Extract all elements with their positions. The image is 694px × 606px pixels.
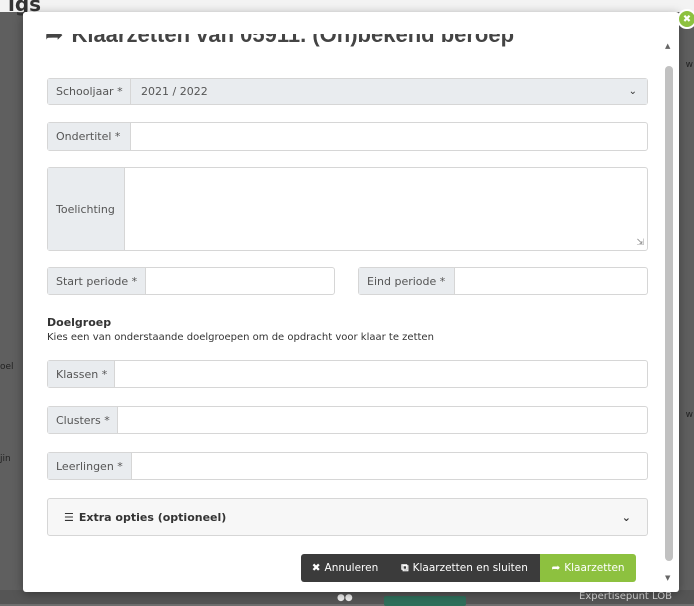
annuleren-label: Annuleren	[324, 562, 379, 574]
clusters-field[interactable]: Clusters *	[47, 406, 648, 434]
toelichting-label: Toelichting	[48, 168, 125, 250]
start-periode-field[interactable]: Start periode *	[47, 267, 335, 295]
doelgroep-heading: Doelgroep	[47, 316, 112, 329]
extra-opties-header: ☰ Extra opties (optioneel)	[64, 511, 226, 524]
ondertitel-label: Ondertitel *	[48, 123, 131, 150]
scroll-up-arrow-icon[interactable]: ▲	[665, 42, 670, 50]
modal-title-clip	[23, 12, 663, 34]
background-bottom-text: Expertisepunt LOB	[579, 591, 672, 602]
ondertitel-field[interactable]: Ondertitel *	[47, 122, 648, 151]
schooljaar-value: 2021 / 2022	[141, 85, 208, 98]
eind-periode-input[interactable]	[455, 268, 647, 294]
modal-dialog: ➦ Klaarzetten van 05911. (On)bekend beroe…	[23, 12, 679, 592]
leerlingen-input[interactable]	[132, 453, 647, 479]
toelichting-textarea[interactable]: ⇲	[125, 168, 647, 250]
modal-scrollbar[interactable]: ▲ ▼	[662, 34, 676, 590]
schooljaar-select[interactable]: Schooljaar * 2021 / 2022 ⌄	[47, 78, 648, 105]
klassen-label: Klassen *	[48, 361, 115, 387]
background-text-fragment: w	[685, 410, 693, 420]
background-text-fragment: w	[685, 60, 693, 70]
leerlingen-field[interactable]: Leerlingen *	[47, 452, 648, 480]
footer-button-group: ✖ Annuleren ⧉ Klaarzetten en sluiten ➦ K…	[301, 554, 636, 582]
klaarzetten-en-sluiten-label: Klaarzetten en sluiten	[412, 562, 528, 574]
external-share-icon: ⧉	[401, 561, 409, 574]
schooljaar-label: Schooljaar *	[48, 79, 131, 104]
chevron-down-icon: ⌄	[628, 86, 637, 97]
leerlingen-label: Leerlingen *	[48, 453, 132, 479]
eind-periode-label: Eind periode *	[359, 268, 455, 294]
klaarzetten-button[interactable]: ➦ Klaarzetten	[540, 554, 636, 582]
background-users-icon: ●●	[337, 593, 353, 603]
clusters-input[interactable]	[118, 407, 647, 433]
extra-opties-label: Extra opties (optioneel)	[78, 510, 227, 524]
start-periode-label: Start periode *	[48, 268, 146, 294]
close-modal-button[interactable]: ✖	[677, 9, 694, 29]
scroll-down-arrow-icon[interactable]: ▼	[665, 574, 670, 582]
eind-periode-field[interactable]: Eind periode *	[358, 267, 648, 295]
background-text-fragment: jin	[0, 454, 11, 464]
doelgroep-description: Kies een van onderstaande doelgroepen om…	[47, 332, 434, 343]
toelichting-field[interactable]: Toelichting ⇲	[47, 167, 648, 251]
klaarzetten-en-sluiten-button[interactable]: ⧉ Klaarzetten en sluiten	[389, 554, 540, 582]
annuleren-button[interactable]: ✖ Annuleren	[301, 554, 389, 582]
resize-handle-icon[interactable]: ⇲	[636, 238, 644, 248]
chevron-down-icon: ⌄	[621, 510, 631, 524]
background-badge	[384, 596, 466, 606]
background-top-strip	[0, 0, 694, 12]
close-icon: ✖	[682, 13, 692, 25]
klassen-field[interactable]: Klassen *	[47, 360, 648, 388]
scrollbar-thumb[interactable]	[665, 66, 673, 561]
extra-opties-accordion[interactable]: ☰ Extra opties (optioneel) ⌄	[47, 498, 648, 536]
close-icon: ✖	[311, 562, 321, 574]
schooljaar-value-box[interactable]: 2021 / 2022 ⌄	[131, 79, 647, 104]
klaarzetten-label: Klaarzetten	[564, 562, 625, 574]
share-icon: ➦	[551, 562, 561, 574]
klassen-input[interactable]	[115, 361, 647, 387]
sliders-icon: ☰	[64, 510, 74, 524]
clusters-label: Clusters *	[48, 407, 118, 433]
start-periode-input[interactable]	[146, 268, 334, 294]
background-text-fragment: oel	[0, 362, 14, 372]
ondertitel-input[interactable]	[131, 123, 647, 150]
